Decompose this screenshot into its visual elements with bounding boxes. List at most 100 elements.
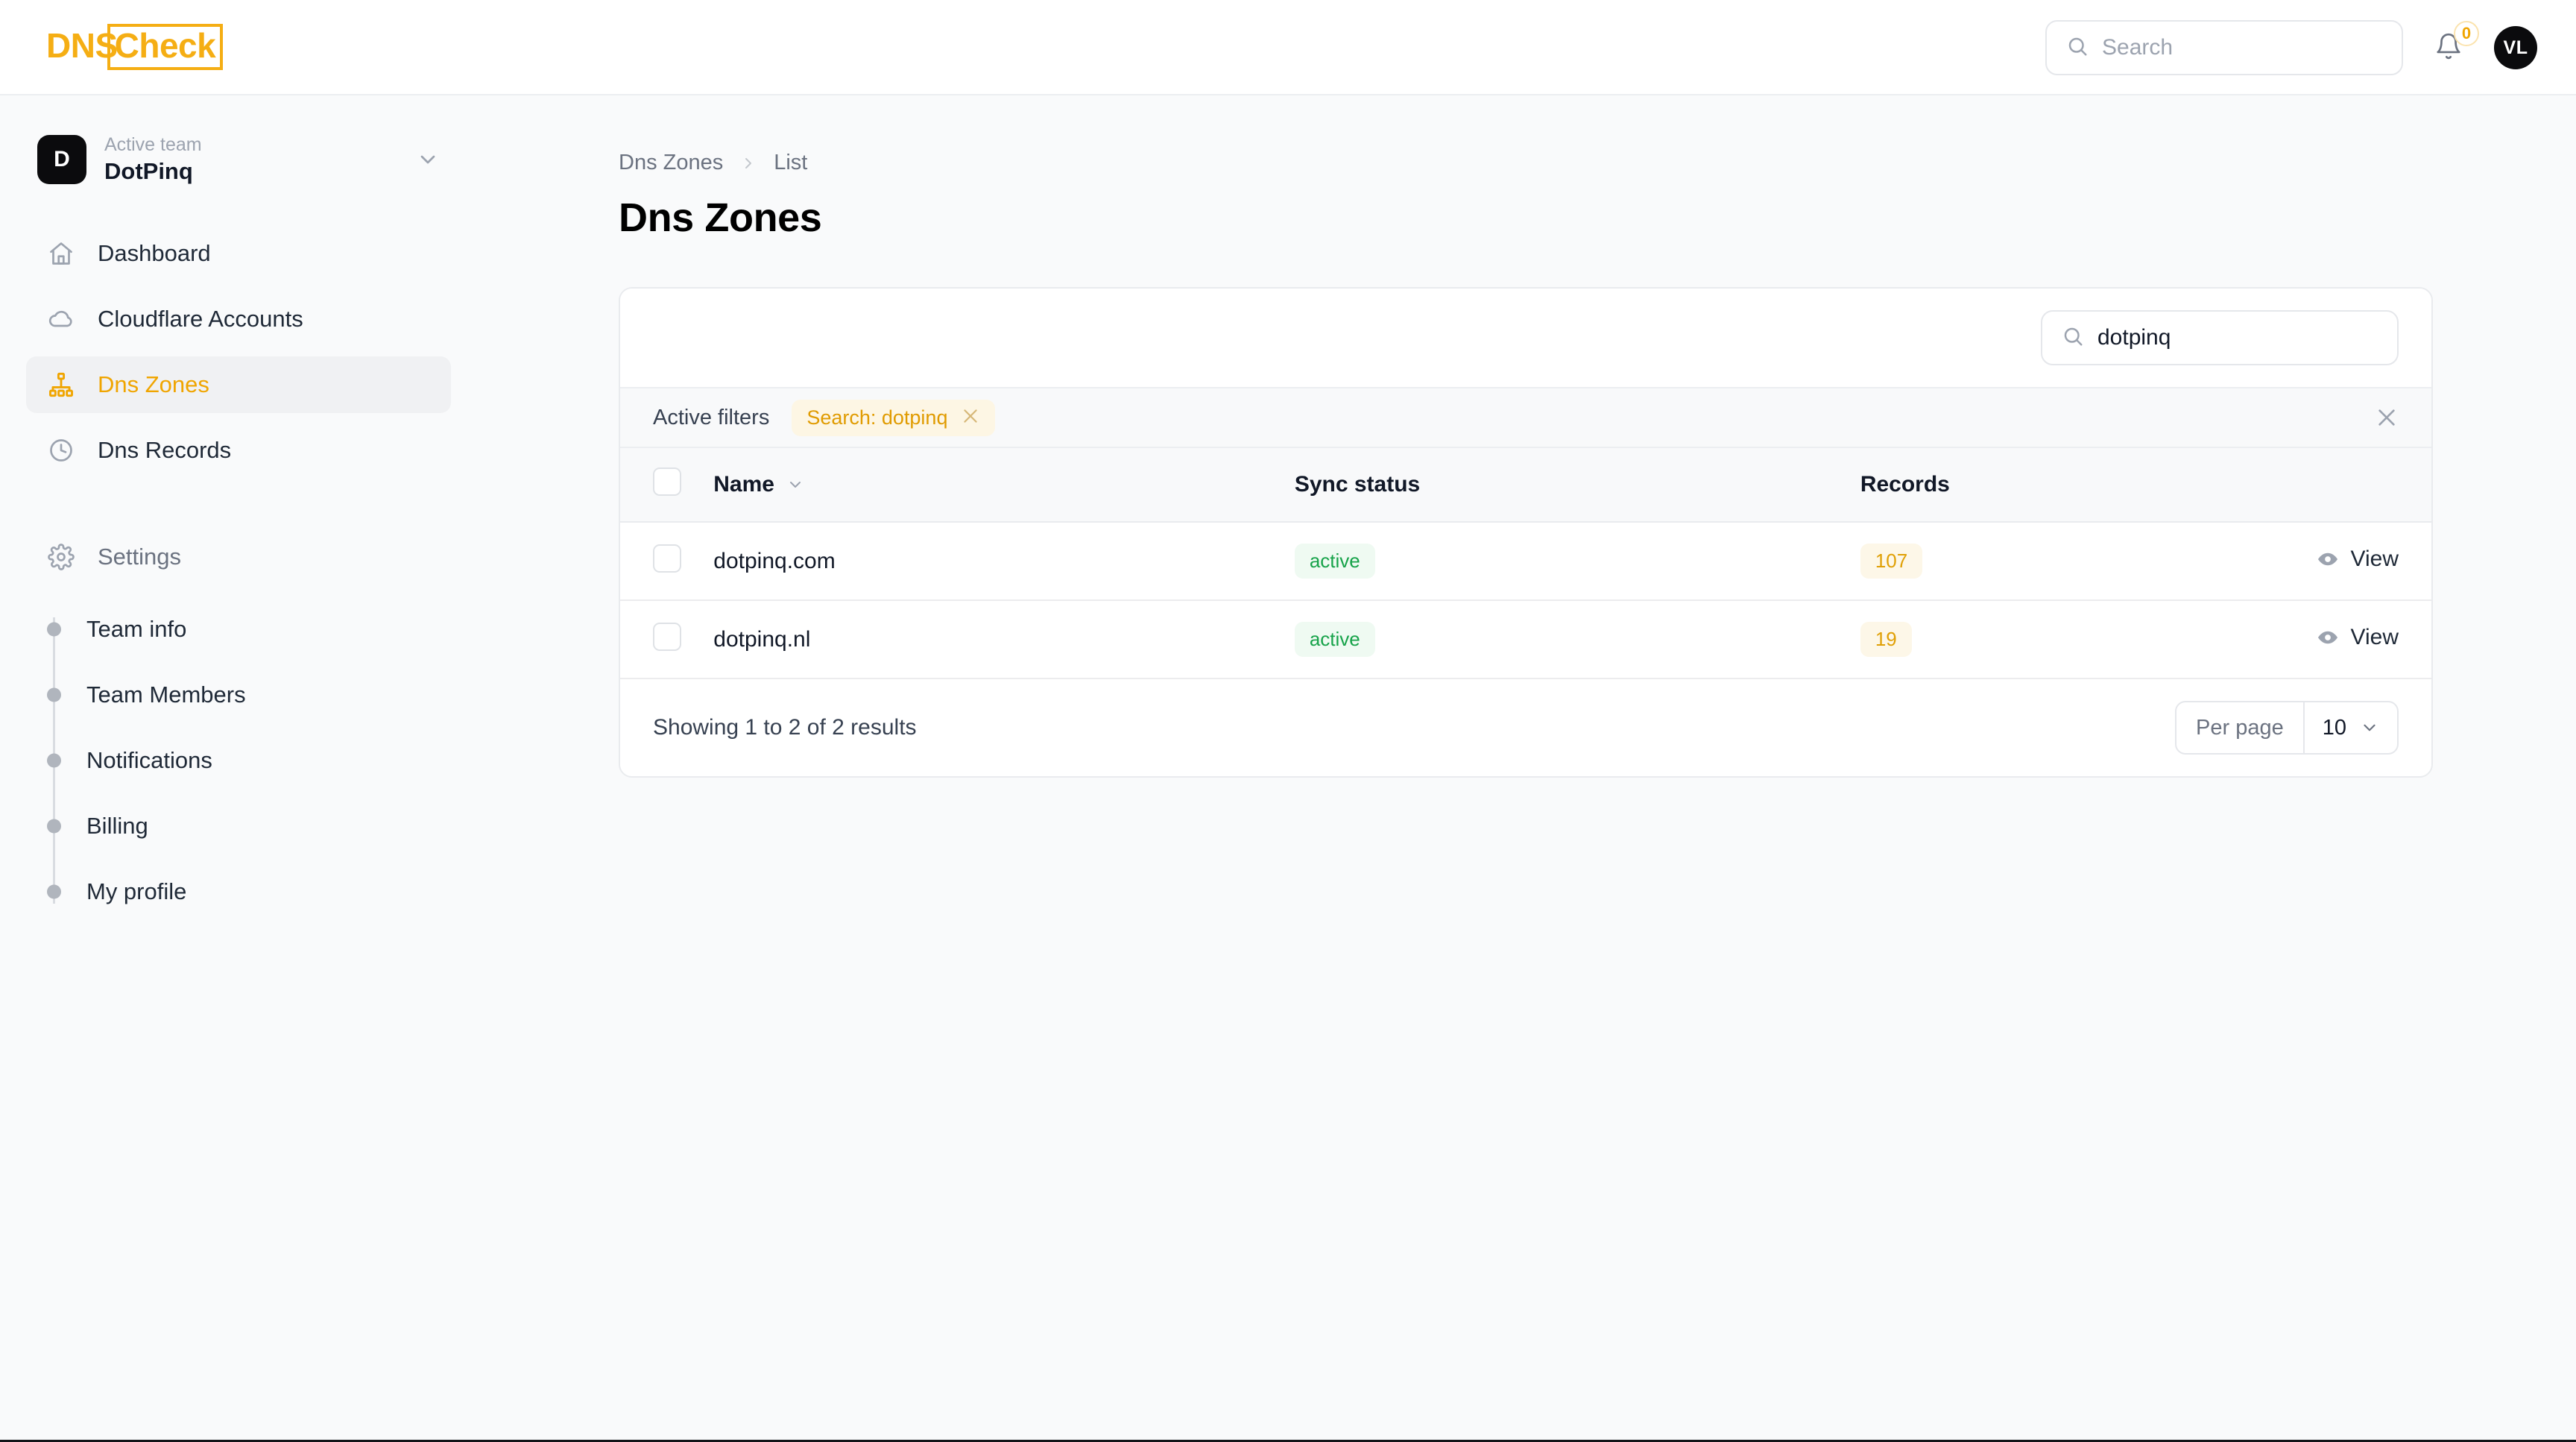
cloud-icon: [47, 305, 75, 333]
breadcrumb: Dns Zones List: [619, 151, 2576, 175]
sidebar-item-team-info[interactable]: Team info: [54, 596, 477, 662]
sidebar-item-label: Dashboard: [98, 240, 211, 267]
column-records: Records: [1860, 448, 2317, 522]
filter-chip-search[interactable]: Search: dotpinq: [792, 400, 995, 436]
zone-name-cell: dotpinq.nl: [713, 600, 1295, 679]
chevron-right-icon: [739, 154, 757, 172]
per-page-label: Per page: [2176, 702, 2305, 753]
table-row[interactable]: dotpinq.nl active 19 View: [620, 600, 2431, 679]
sidebar-item-team-members[interactable]: Team Members: [54, 662, 477, 728]
sidebar-item-label: Cloudflare Accounts: [98, 306, 303, 333]
close-icon[interactable]: [961, 406, 980, 429]
status-badge: active: [1295, 622, 1375, 657]
sidebar-subitem-label: Billing: [86, 813, 148, 840]
sidebar-item-billing[interactable]: Billing: [54, 793, 477, 859]
column-actions: [2317, 448, 2431, 522]
sidebar-subnav-settings: Team info Team Members Notifications Bil…: [0, 596, 477, 925]
dns-zones-table: Name Sync status Records: [620, 448, 2431, 679]
table-toolbar: [620, 289, 2431, 387]
bullet-dot-icon: [47, 754, 61, 768]
breadcrumb-item-list[interactable]: List: [774, 151, 807, 175]
home-icon: [47, 239, 75, 268]
sidebar-item-label: Dns Records: [98, 437, 231, 464]
results-summary: Showing 1 to 2 of 2 results: [653, 715, 917, 740]
main-content: Dns Zones List Dns Zones Active filters …: [477, 97, 2576, 1442]
row-select-cell: [620, 522, 713, 600]
dns-zones-table-card: Active filters Search: dotpinq: [619, 287, 2433, 778]
chevron-down-icon[interactable]: [786, 476, 804, 494]
logo-text-check: Check: [107, 24, 224, 70]
eye-icon: [2317, 548, 2339, 570]
page-title: Dns Zones: [619, 195, 2576, 241]
bullet-dot-icon: [47, 885, 61, 899]
row-actions-cell: View: [2317, 522, 2431, 600]
bullet-dot-icon: [47, 819, 61, 834]
column-header-label: Name: [713, 472, 774, 497]
table-row[interactable]: dotpinq.com active 107 View: [620, 522, 2431, 600]
sidebar-item-notifications[interactable]: Notifications: [54, 728, 477, 793]
sidebar-subitem-label: Notifications: [86, 747, 212, 774]
view-label: View: [2351, 547, 2399, 572]
chevron-down-icon: [2360, 718, 2379, 737]
header-actions: 0 VL: [2045, 0, 2537, 95]
search-icon: [2066, 35, 2089, 61]
sidebar-section-settings[interactable]: Settings: [26, 534, 451, 580]
eye-icon: [2317, 626, 2339, 649]
team-avatar: D: [37, 135, 86, 184]
per-page-select[interactable]: 10: [2305, 702, 2397, 753]
sidebar-subitem-label: Team Members: [86, 681, 246, 708]
row-checkbox[interactable]: [653, 544, 681, 573]
table-header-row: Name Sync status Records: [620, 448, 2431, 522]
active-filters-bar: Active filters Search: dotpinq: [620, 387, 2431, 448]
app-logo[interactable]: DNSCheck: [46, 24, 223, 70]
view-button[interactable]: View: [2317, 547, 2431, 572]
sidebar-item-label: Dns Zones: [98, 371, 209, 398]
sidebar-item-dns-zones[interactable]: Dns Zones: [26, 356, 451, 413]
clock-icon: [47, 436, 75, 465]
column-header-label: Sync status: [1295, 472, 1420, 497]
global-search-input[interactable]: [2102, 35, 2382, 60]
sidebar: D Active team DotPinq Dashboard Cloudfla…: [0, 97, 477, 1442]
view-button[interactable]: View: [2317, 625, 2431, 650]
row-actions-cell: View: [2317, 600, 2431, 679]
top-header-bar: DNSCheck 0 VL: [0, 0, 2576, 95]
search-icon: [2062, 325, 2084, 351]
user-avatar[interactable]: VL: [2494, 26, 2537, 69]
team-switcher[interactable]: D Active team DotPinq: [27, 125, 450, 194]
table-body: dotpinq.com active 107 View: [620, 522, 2431, 679]
sidebar-nav: Dashboard Cloudflare Accounts Dns Zones: [0, 225, 477, 925]
clear-all-filters-button[interactable]: [2375, 406, 2399, 429]
sidebar-item-dns-records[interactable]: Dns Records: [26, 422, 451, 479]
sidebar-item-my-profile[interactable]: My profile: [54, 859, 477, 925]
column-sync-status: Sync status: [1295, 448, 1860, 522]
active-team-label: Active team: [104, 134, 202, 156]
notifications-button[interactable]: 0: [2428, 25, 2469, 70]
records-count-badge: 107: [1860, 544, 1922, 579]
select-all-checkbox[interactable]: [653, 467, 681, 496]
sitemap-icon: [47, 371, 75, 399]
table-search-box[interactable]: [2041, 310, 2399, 365]
sidebar-section-label: Settings: [98, 544, 181, 570]
sidebar-item-cloudflare-accounts[interactable]: Cloudflare Accounts: [26, 291, 451, 347]
sidebar-item-dashboard[interactable]: Dashboard: [26, 225, 451, 282]
bullet-dot-icon: [47, 688, 61, 702]
status-badge: active: [1295, 544, 1375, 579]
breadcrumb-item-dns-zones[interactable]: Dns Zones: [619, 151, 723, 175]
zone-name-cell: dotpinq.com: [713, 522, 1295, 600]
table-head: Name Sync status Records: [620, 448, 2431, 522]
sidebar-subitem-label: Team info: [86, 616, 186, 643]
chevron-down-icon: [416, 148, 440, 171]
sidebar-subitem-label: My profile: [86, 878, 186, 905]
row-checkbox[interactable]: [653, 623, 681, 651]
column-select-all: [620, 448, 713, 522]
row-select-cell: [620, 600, 713, 679]
notifications-count-badge: 0: [2454, 21, 2479, 46]
view-label: View: [2351, 625, 2399, 650]
filter-chip-label: Search: dotpinq: [806, 406, 947, 429]
per-page-control[interactable]: Per page 10: [2175, 701, 2399, 755]
per-page-value: 10: [2323, 716, 2346, 740]
global-search-box[interactable]: [2045, 20, 2403, 75]
table-search-input[interactable]: [2097, 325, 2378, 350]
column-name[interactable]: Name: [713, 448, 1295, 522]
bullet-dot-icon: [47, 623, 61, 637]
